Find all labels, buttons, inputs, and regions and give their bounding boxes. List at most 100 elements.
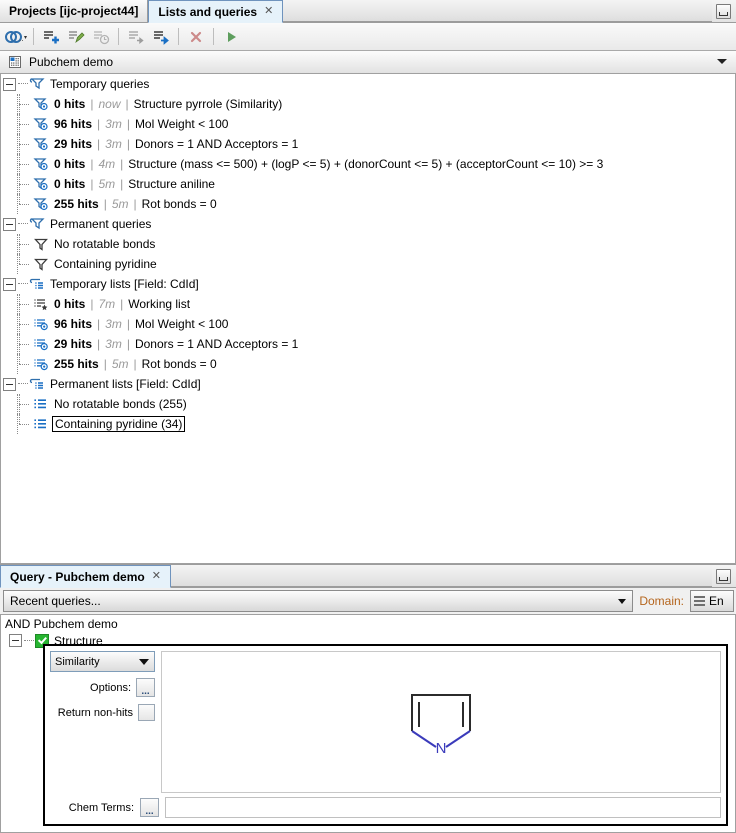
query-icon xyxy=(33,137,49,151)
move-out-icon[interactable] xyxy=(124,26,148,48)
hits-count: 29 hits xyxy=(54,137,92,151)
filter-icon xyxy=(33,237,49,251)
chem-terms-label: Chem Terms: xyxy=(50,802,134,814)
tree-item-list[interactable]: 29 hits | 3m | Donors = 1 AND Acceptors … xyxy=(1,334,735,354)
tree-item-permanent-query[interactable]: Containing pyridine xyxy=(1,254,735,274)
separator: | xyxy=(134,197,137,211)
tree-connector xyxy=(19,354,33,374)
delete-icon[interactable] xyxy=(184,26,208,48)
collapse-icon[interactable] xyxy=(3,78,16,91)
query-label: Donors = 1 AND Acceptors = 1 xyxy=(135,137,298,151)
history-list-icon[interactable] xyxy=(89,26,113,48)
tree-group-permanent-lists[interactable]: Permanent lists [Field: CdId] xyxy=(1,374,735,394)
separator: | xyxy=(97,117,100,131)
tree-connector xyxy=(19,114,33,134)
chem-terms-button[interactable]: ... xyxy=(140,798,159,817)
minimize-button[interactable] xyxy=(716,569,731,584)
separator: | xyxy=(104,357,107,371)
close-icon[interactable]: ✕ xyxy=(152,571,161,582)
chevron-down-icon[interactable] xyxy=(618,599,626,604)
project-selector[interactable]: Pubchem demo xyxy=(0,51,736,74)
tree-group-temporary-lists[interactable]: Temporary lists [Field: CdId] xyxy=(1,274,735,294)
tree-connector xyxy=(18,283,28,285)
separator: | xyxy=(127,117,130,131)
age-label: 3m xyxy=(105,117,122,131)
query-window: Query - Pubchem demo ✕ Recent queries...… xyxy=(0,564,736,833)
tab-lists-and-queries[interactable]: Lists and queries ✕ xyxy=(148,0,283,23)
tree-item-list[interactable]: 96 hits | 3m | Mol Weight < 100 xyxy=(1,314,735,334)
chem-terms-row: Chem Terms: ... xyxy=(45,793,726,824)
tab-projects[interactable]: Projects [ijc-project44] xyxy=(0,0,148,22)
collapse-icon[interactable] xyxy=(3,278,16,291)
tree-item-query[interactable]: 29 hits | 3m | Donors = 1 AND Acceptors … xyxy=(1,134,735,154)
tree-group-permanent-queries[interactable]: Permanent queries xyxy=(1,214,735,234)
collapse-icon[interactable] xyxy=(3,378,16,391)
query-editor[interactable]: AND Pubchem demo Structure Similarity Op xyxy=(0,614,736,833)
lists-and-queries-tree[interactable]: Temporary queries 0 hits | now | Structu… xyxy=(0,74,736,564)
recent-queries-combo[interactable]: Recent queries... xyxy=(3,590,633,612)
filter-icon xyxy=(33,257,49,271)
search-type-select[interactable]: Similarity xyxy=(50,651,155,672)
toolbar-separator xyxy=(33,28,34,45)
move-in-icon[interactable] xyxy=(149,26,173,48)
separator: | xyxy=(90,157,93,171)
tree-connector xyxy=(18,383,28,385)
application-window: Projects [ijc-project44] Lists and queri… xyxy=(0,0,736,833)
edit-list-icon[interactable] xyxy=(64,26,88,48)
tree-item-query[interactable]: 96 hits | 3m | Mol Weight < 100 xyxy=(1,114,735,134)
toolbar-separator xyxy=(178,28,179,45)
project-icon xyxy=(8,55,22,69)
tree-item-permanent-list[interactable]: No rotatable bonds (255) xyxy=(1,394,735,414)
list-label: Donors = 1 AND Acceptors = 1 xyxy=(135,337,298,351)
tree-item-permanent-query[interactable]: No rotatable bonds xyxy=(1,234,735,254)
structure-query-controls: Similarity Options: ... Return non-hits xyxy=(50,651,155,793)
query-root-label: AND Pubchem demo xyxy=(1,615,735,631)
toolbar-separator xyxy=(213,28,214,45)
tree-item-list[interactable]: 0 hits | 7m | Working list xyxy=(1,294,735,314)
domain-selector-button[interactable]: En xyxy=(690,590,734,612)
return-non-hits-checkbox[interactable] xyxy=(138,704,155,721)
chem-terms-input[interactable] xyxy=(165,797,721,818)
tab-query-pubchem-demo[interactable]: Query - Pubchem demo ✕ xyxy=(0,565,171,588)
separator: | xyxy=(120,177,123,191)
close-icon[interactable]: ✕ xyxy=(264,6,273,17)
tab-projects-label: Projects [ijc-project44] xyxy=(9,4,138,18)
query-icon xyxy=(33,197,49,211)
collapse-icon[interactable] xyxy=(3,218,16,231)
tree-item-query[interactable]: 255 hits | 5m | Rot bonds = 0 xyxy=(1,194,735,214)
tree-group-temporary-queries[interactable]: Temporary queries xyxy=(1,74,735,94)
options-button[interactable]: ... xyxy=(136,678,155,697)
list-label: Containing pyridine (34) xyxy=(52,416,185,432)
bottom-tabstrip: Query - Pubchem demo ✕ xyxy=(0,565,736,588)
list-icon xyxy=(33,417,49,431)
molecule-canvas[interactable]: N xyxy=(161,651,721,793)
tree-connector xyxy=(19,94,33,114)
run-icon[interactable] xyxy=(219,26,243,48)
query-group-icon xyxy=(29,217,45,231)
collapse-icon[interactable] xyxy=(9,634,22,647)
tree-group-label: Permanent lists [Field: CdId] xyxy=(50,377,201,391)
chevron-down-icon[interactable] xyxy=(717,59,727,64)
structure-query-panel: Similarity Options: ... Return non-hits xyxy=(43,644,728,826)
query-label: Structure pyrrole (Similarity) xyxy=(134,97,283,111)
tree-item-query[interactable]: 0 hits | 4m | Structure (mass <= 500) + … xyxy=(1,154,735,174)
list-label: Mol Weight < 100 xyxy=(135,317,229,331)
project-selector-label: Pubchem demo xyxy=(29,55,113,69)
tree-connector xyxy=(19,314,33,334)
structure-query-row: Similarity Options: ... Return non-hits xyxy=(45,646,726,793)
chevron-down-icon[interactable] xyxy=(139,659,149,665)
query-icon xyxy=(33,177,49,191)
list-label: No rotatable bonds (255) xyxy=(54,397,187,411)
tree-item-list[interactable]: 255 hits | 5m | Rot bonds = 0 xyxy=(1,354,735,374)
list-icon xyxy=(33,397,49,411)
separator: | xyxy=(125,97,128,111)
tree-item-permanent-list-selected[interactable]: Containing pyridine (34) xyxy=(1,414,735,434)
tree-item-query[interactable]: 0 hits | 5m | Structure aniline xyxy=(1,174,735,194)
add-list-icon[interactable] xyxy=(39,26,63,48)
tree-item-query[interactable]: 0 hits | now | Structure pyrrole (Simila… xyxy=(1,94,735,114)
view-toggle-icon[interactable]: .. xyxy=(4,26,28,48)
age-label: 4m xyxy=(98,157,115,171)
minimize-button[interactable] xyxy=(716,4,731,19)
list-group-icon xyxy=(29,277,45,291)
list-label: Working list xyxy=(128,297,190,311)
